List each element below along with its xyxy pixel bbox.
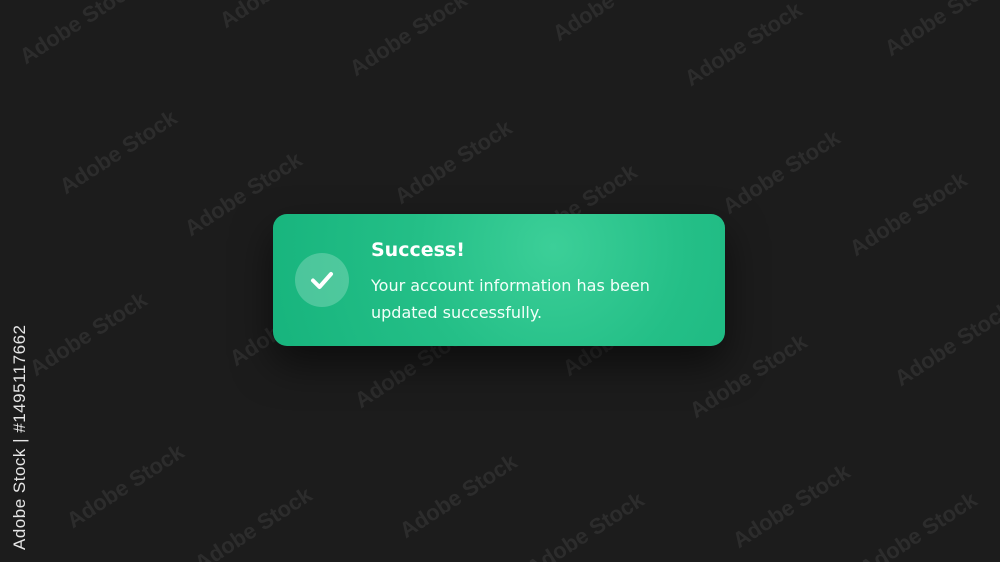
stock-id-label: Adobe Stock | #1495117662 (10, 324, 29, 551)
toast-message: Your account information has been update… (371, 276, 650, 322)
watermark-text: Adobe Stock (855, 486, 982, 562)
watermark-text: Adobe Stock (395, 448, 522, 543)
watermark-text: Adobe Stock (890, 296, 1000, 391)
check-icon-circle (295, 253, 349, 307)
watermark-text: Adobe Stock (522, 486, 649, 562)
toast-title: Success! (371, 239, 465, 261)
check-icon (311, 272, 333, 289)
watermark-text: Adobe Stock (845, 166, 972, 261)
watermark-text: Adobe Stock (15, 0, 142, 69)
watermark-text: Adobe Stock (548, 0, 675, 47)
watermark-text: Adobe Stock (390, 114, 517, 209)
watermark-text: Adobe Stock (345, 0, 472, 81)
watermark-text: Adobe Stock (62, 438, 189, 533)
watermark-text: Adobe Stock (680, 0, 807, 91)
watermark-text: Adobe Stock (190, 481, 317, 562)
watermark-text: Adobe Stock (880, 0, 1000, 61)
watermark-text: Adobe Stock (25, 286, 152, 381)
watermark-text: Adobe Stock (718, 124, 845, 219)
watermark-text: Adobe Stock (215, 0, 342, 34)
success-toast[interactable]: Success! Your account information has be… (273, 214, 725, 346)
watermark-text: Adobe Stock (55, 104, 182, 199)
watermark-text: Adobe Stock (728, 458, 855, 553)
